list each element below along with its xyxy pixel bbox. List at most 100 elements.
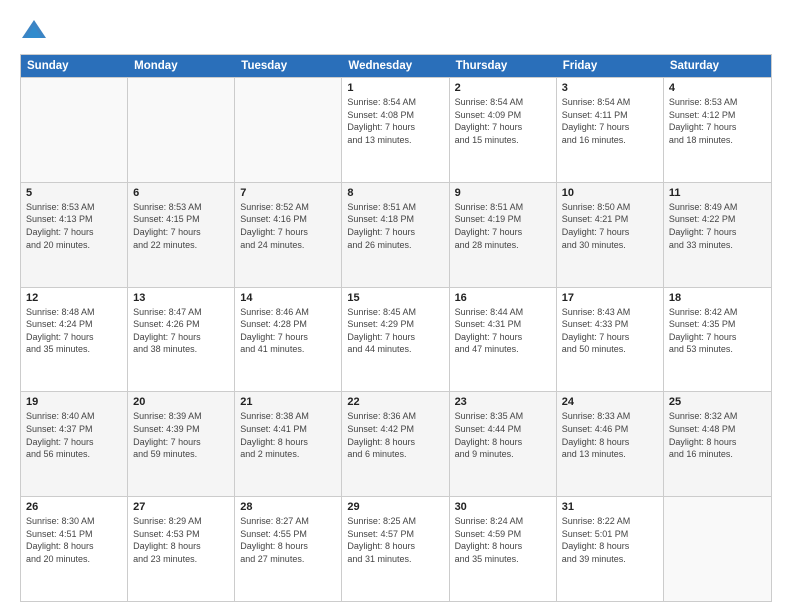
day-number: 18 bbox=[669, 292, 766, 304]
calendar-cell: 16 Sunrise: 8:44 AM Sunset: 4:31 PM Dayli… bbox=[450, 288, 557, 392]
day-number: 21 bbox=[240, 396, 336, 408]
day-number: 14 bbox=[240, 292, 336, 304]
day-info: Sunrise: 8:27 AM Sunset: 4:55 PM Dayligh… bbox=[240, 515, 336, 565]
calendar-cell: 2 Sunrise: 8:54 AM Sunset: 4:09 PM Daylig… bbox=[450, 78, 557, 182]
calendar-cell: 11 Sunrise: 8:49 AM Sunset: 4:22 PM Dayli… bbox=[664, 183, 771, 287]
calendar-cell bbox=[235, 78, 342, 182]
day-info: Sunrise: 8:45 AM Sunset: 4:29 PM Dayligh… bbox=[347, 306, 443, 356]
calendar-row: 12Sunrise: 8:48 AM Sunset: 4:24 PM Dayli… bbox=[21, 287, 771, 392]
calendar-row: 1 Sunrise: 8:54 AM Sunset: 4:08 PM Daylig… bbox=[21, 77, 771, 182]
calendar-cell: 12Sunrise: 8:48 AM Sunset: 4:24 PM Dayli… bbox=[21, 288, 128, 392]
day-number: 11 bbox=[669, 187, 766, 199]
day-info: Sunrise: 8:54 AM Sunset: 4:08 PM Dayligh… bbox=[347, 96, 443, 146]
calendar-cell: 6 Sunrise: 8:53 AM Sunset: 4:15 PM Daylig… bbox=[128, 183, 235, 287]
calendar-row: 19 Sunrise: 8:40 AM Sunset: 4:37 PM Dayli… bbox=[21, 391, 771, 496]
calendar-cell: 22 Sunrise: 8:36 AM Sunset: 4:42 PM Dayli… bbox=[342, 392, 449, 496]
calendar-cell: 30 Sunrise: 8:24 AM Sunset: 4:59 PM Dayli… bbox=[450, 497, 557, 601]
day-info: Sunrise: 8:36 AM Sunset: 4:42 PM Dayligh… bbox=[347, 410, 443, 460]
calendar-cell bbox=[128, 78, 235, 182]
calendar-cell: 24 Sunrise: 8:33 AM Sunset: 4:46 PM Dayli… bbox=[557, 392, 664, 496]
calendar-cell: 13Sunrise: 8:47 AM Sunset: 4:26 PM Dayli… bbox=[128, 288, 235, 392]
calendar-cell: 21 Sunrise: 8:38 AM Sunset: 4:41 PM Dayli… bbox=[235, 392, 342, 496]
day-number: 6 bbox=[133, 187, 229, 199]
weekday-header: Saturday bbox=[664, 55, 771, 77]
day-info: Sunrise: 8:53 AM Sunset: 4:15 PM Dayligh… bbox=[133, 201, 229, 251]
calendar-cell: 29Sunrise: 8:25 AM Sunset: 4:57 PM Dayli… bbox=[342, 497, 449, 601]
day-number: 15 bbox=[347, 292, 443, 304]
day-info: Sunrise: 8:32 AM Sunset: 4:48 PM Dayligh… bbox=[669, 410, 766, 460]
calendar-cell: 1 Sunrise: 8:54 AM Sunset: 4:08 PM Daylig… bbox=[342, 78, 449, 182]
calendar-cell: 31 Sunrise: 8:22 AM Sunset: 5:01 PM Dayli… bbox=[557, 497, 664, 601]
day-number: 5 bbox=[26, 187, 122, 199]
header bbox=[20, 16, 772, 44]
day-info: Sunrise: 8:50 AM Sunset: 4:21 PM Dayligh… bbox=[562, 201, 658, 251]
day-info: Sunrise: 8:35 AM Sunset: 4:44 PM Dayligh… bbox=[455, 410, 551, 460]
day-number: 31 bbox=[562, 501, 658, 513]
day-info: Sunrise: 8:52 AM Sunset: 4:16 PM Dayligh… bbox=[240, 201, 336, 251]
day-number: 25 bbox=[669, 396, 766, 408]
logo bbox=[20, 16, 52, 44]
day-number: 20 bbox=[133, 396, 229, 408]
calendar-cell bbox=[664, 497, 771, 601]
calendar-cell: 25 Sunrise: 8:32 AM Sunset: 4:48 PM Dayli… bbox=[664, 392, 771, 496]
calendar-cell: 26 Sunrise: 8:30 AM Sunset: 4:51 PM Dayli… bbox=[21, 497, 128, 601]
day-info: Sunrise: 8:24 AM Sunset: 4:59 PM Dayligh… bbox=[455, 515, 551, 565]
calendar-cell: 5 Sunrise: 8:53 AM Sunset: 4:13 PM Daylig… bbox=[21, 183, 128, 287]
day-number: 7 bbox=[240, 187, 336, 199]
day-info: Sunrise: 8:47 AM Sunset: 4:26 PM Dayligh… bbox=[133, 306, 229, 356]
day-info: Sunrise: 8:30 AM Sunset: 4:51 PM Dayligh… bbox=[26, 515, 122, 565]
weekday-header: Sunday bbox=[21, 55, 128, 77]
calendar-cell: 27 Sunrise: 8:29 AM Sunset: 4:53 PM Dayli… bbox=[128, 497, 235, 601]
day-info: Sunrise: 8:29 AM Sunset: 4:53 PM Dayligh… bbox=[133, 515, 229, 565]
calendar-body: 1 Sunrise: 8:54 AM Sunset: 4:08 PM Daylig… bbox=[21, 77, 771, 601]
calendar-cell: 18Sunrise: 8:42 AM Sunset: 4:35 PM Dayli… bbox=[664, 288, 771, 392]
day-info: Sunrise: 8:53 AM Sunset: 4:13 PM Dayligh… bbox=[26, 201, 122, 251]
calendar-cell: 17 Sunrise: 8:43 AM Sunset: 4:33 PM Dayli… bbox=[557, 288, 664, 392]
calendar-cell bbox=[21, 78, 128, 182]
day-number: 19 bbox=[26, 396, 122, 408]
calendar-cell: 8Sunrise: 8:51 AM Sunset: 4:18 PM Daylig… bbox=[342, 183, 449, 287]
weekday-header: Monday bbox=[128, 55, 235, 77]
weekday-header: Tuesday bbox=[235, 55, 342, 77]
calendar-cell: 4 Sunrise: 8:53 AM Sunset: 4:12 PM Daylig… bbox=[664, 78, 771, 182]
day-number: 17 bbox=[562, 292, 658, 304]
weekday-header: Friday bbox=[557, 55, 664, 77]
calendar-cell: 23Sunrise: 8:35 AM Sunset: 4:44 PM Dayli… bbox=[450, 392, 557, 496]
day-number: 24 bbox=[562, 396, 658, 408]
calendar-cell: 28Sunrise: 8:27 AM Sunset: 4:55 PM Dayli… bbox=[235, 497, 342, 601]
calendar-cell: 20 Sunrise: 8:39 AM Sunset: 4:39 PM Dayli… bbox=[128, 392, 235, 496]
day-info: Sunrise: 8:38 AM Sunset: 4:41 PM Dayligh… bbox=[240, 410, 336, 460]
calendar: SundayMondayTuesdayWednesdayThursdayFrid… bbox=[20, 54, 772, 602]
day-number: 9 bbox=[455, 187, 551, 199]
day-info: Sunrise: 8:49 AM Sunset: 4:22 PM Dayligh… bbox=[669, 201, 766, 251]
day-info: Sunrise: 8:33 AM Sunset: 4:46 PM Dayligh… bbox=[562, 410, 658, 460]
day-number: 30 bbox=[455, 501, 551, 513]
day-info: Sunrise: 8:54 AM Sunset: 4:09 PM Dayligh… bbox=[455, 96, 551, 146]
day-info: Sunrise: 8:46 AM Sunset: 4:28 PM Dayligh… bbox=[240, 306, 336, 356]
day-info: Sunrise: 8:40 AM Sunset: 4:37 PM Dayligh… bbox=[26, 410, 122, 460]
calendar-cell: 14 Sunrise: 8:46 AM Sunset: 4:28 PM Dayli… bbox=[235, 288, 342, 392]
calendar-row: 26 Sunrise: 8:30 AM Sunset: 4:51 PM Dayli… bbox=[21, 496, 771, 601]
day-number: 2 bbox=[455, 82, 551, 94]
day-info: Sunrise: 8:51 AM Sunset: 4:18 PM Dayligh… bbox=[347, 201, 443, 251]
calendar-cell: 9 Sunrise: 8:51 AM Sunset: 4:19 PM Daylig… bbox=[450, 183, 557, 287]
day-number: 4 bbox=[669, 82, 766, 94]
day-info: Sunrise: 8:39 AM Sunset: 4:39 PM Dayligh… bbox=[133, 410, 229, 460]
day-info: Sunrise: 8:51 AM Sunset: 4:19 PM Dayligh… bbox=[455, 201, 551, 251]
day-info: Sunrise: 8:25 AM Sunset: 4:57 PM Dayligh… bbox=[347, 515, 443, 565]
day-info: Sunrise: 8:22 AM Sunset: 5:01 PM Dayligh… bbox=[562, 515, 658, 565]
weekday-header: Thursday bbox=[450, 55, 557, 77]
day-number: 26 bbox=[26, 501, 122, 513]
day-number: 12 bbox=[26, 292, 122, 304]
day-number: 27 bbox=[133, 501, 229, 513]
day-info: Sunrise: 8:53 AM Sunset: 4:12 PM Dayligh… bbox=[669, 96, 766, 146]
weekday-header: Wednesday bbox=[342, 55, 449, 77]
day-number: 22 bbox=[347, 396, 443, 408]
day-number: 1 bbox=[347, 82, 443, 94]
day-info: Sunrise: 8:43 AM Sunset: 4:33 PM Dayligh… bbox=[562, 306, 658, 356]
day-info: Sunrise: 8:44 AM Sunset: 4:31 PM Dayligh… bbox=[455, 306, 551, 356]
day-number: 16 bbox=[455, 292, 551, 304]
day-number: 10 bbox=[562, 187, 658, 199]
calendar-cell: 10 Sunrise: 8:50 AM Sunset: 4:21 PM Dayli… bbox=[557, 183, 664, 287]
calendar-header: SundayMondayTuesdayWednesdayThursdayFrid… bbox=[21, 55, 771, 77]
